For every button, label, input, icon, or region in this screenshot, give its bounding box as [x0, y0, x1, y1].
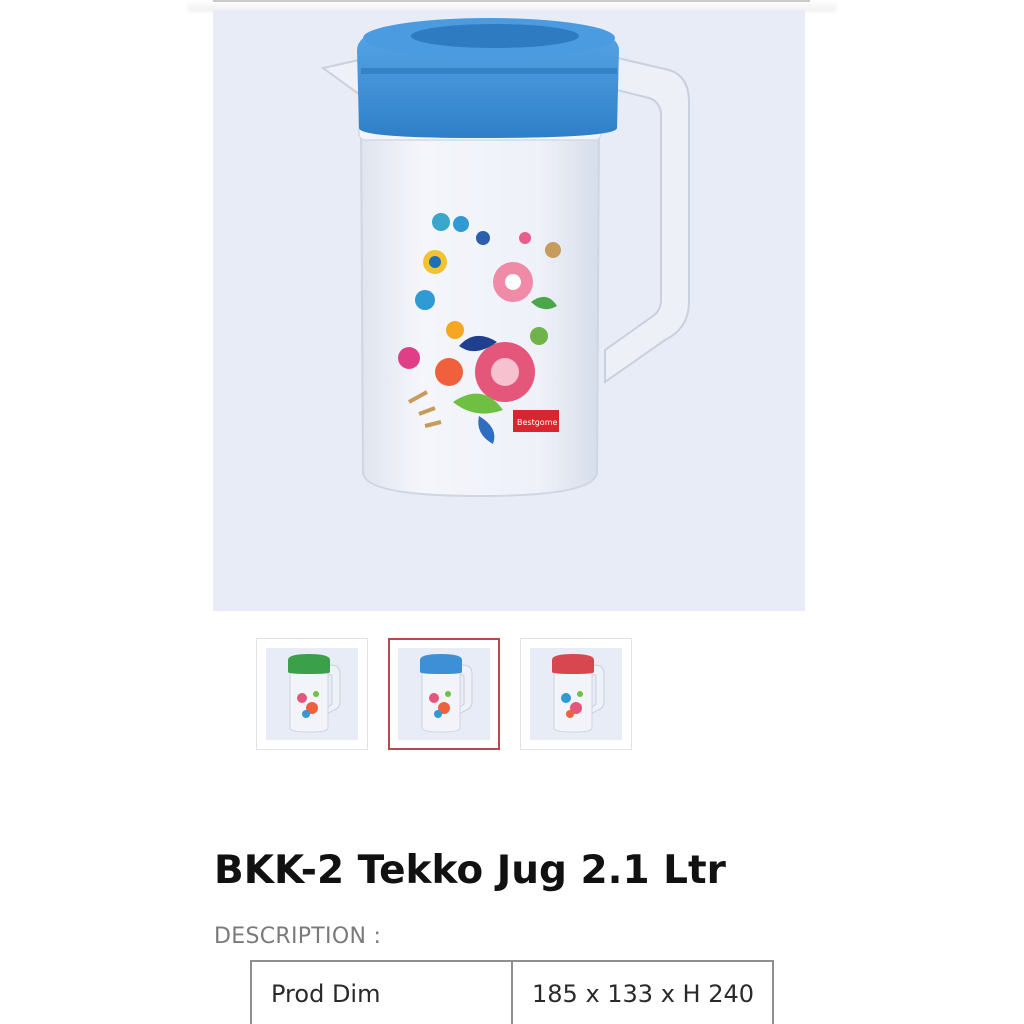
header-divider — [213, 0, 810, 2]
thumbnail-green[interactable] — [256, 638, 368, 750]
jug-illustration: Bestgome — [320, 18, 690, 498]
product-main-image[interactable]: Bestgome — [213, 10, 805, 611]
spec-value: 185 x 133 x H 240 — [511, 960, 774, 1024]
product-page: Bestgome BKK-2 Tekko Jug 2.1 Ltr DESCRIP… — [0, 0, 1024, 1024]
product-title: BKK-2 Tekko Jug 2.1 Ltr — [214, 848, 726, 893]
thumbnail-red[interactable] — [520, 638, 632, 750]
spec-table: Prod Dim 185 x 133 x H 240 — [250, 960, 774, 1024]
thumbnail-green-jug — [288, 654, 341, 733]
description-label: DESCRIPTION : — [214, 924, 382, 949]
thumbnail-blue[interactable] — [388, 638, 500, 750]
jug-logo: Bestgome — [517, 418, 557, 427]
thumbnail-blue-jug — [420, 654, 473, 733]
table-row: Prod Dim 185 x 133 x H 240 — [250, 960, 774, 1024]
thumbnail-red-jug — [552, 654, 605, 733]
spec-key: Prod Dim — [250, 960, 513, 1024]
thumbnail-strip — [256, 638, 636, 754]
